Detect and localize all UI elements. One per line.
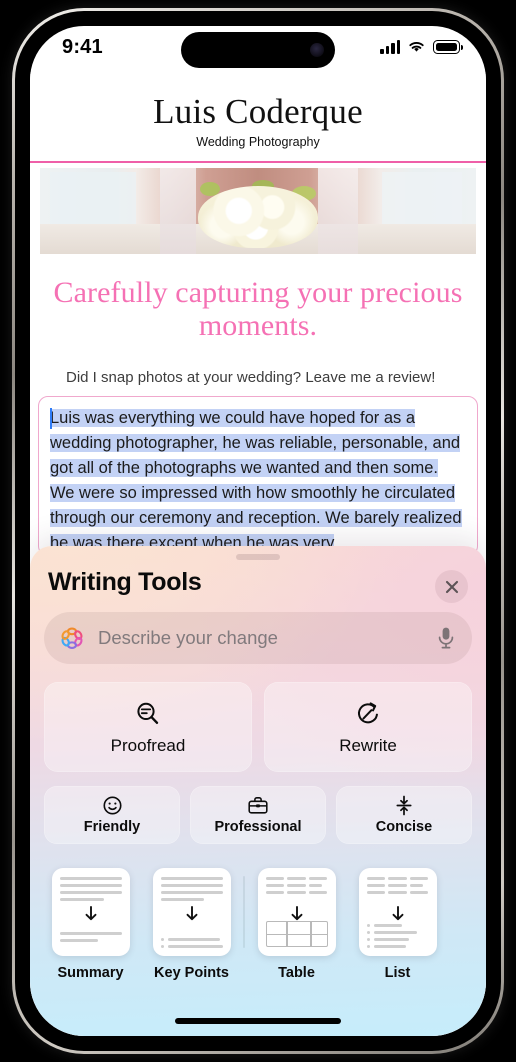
concise-label: Concise [375,819,433,835]
panel-title: Writing Tools [48,568,202,596]
concise-button[interactable]: Concise [336,786,472,844]
table-button[interactable]: Table [246,868,347,981]
arrow-down-icon [186,906,197,921]
hero-window-right [382,171,462,224]
arrow-down-icon [291,906,302,921]
smiley-face-icon [102,796,122,815]
friendly-button[interactable]: Friendly [44,786,180,844]
professional-button[interactable]: Professional [190,786,326,844]
tone-actions-row: Friendly Professional Concise [44,786,472,844]
list-document-icon [358,868,437,956]
hero-image [40,167,476,254]
page-tagline: Carefully capturing your precious moment… [53,275,463,343]
summary-button[interactable]: Summary [40,868,141,981]
site-subtitle: Wedding Photography [196,135,320,149]
proofread-magnifier-icon [137,702,159,724]
table-label: Table [278,965,315,981]
hero-window-left [50,171,136,224]
list-label: List [384,965,411,981]
review-text-selected: Luis was everything we could have hoped … [50,408,462,552]
professional-label: Professional [214,819,302,835]
key-points-document-icon [152,868,231,956]
front-camera-icon [310,43,324,57]
compress-arrows-icon [396,795,412,816]
hero-bouquet [198,185,318,248]
table-grid-preview [265,921,328,947]
writing-tools-panel: Writing Tools Describe your change Proof… [30,546,486,1036]
key-points-bullets [160,938,223,948]
rewrite-label: Rewrite [339,735,397,755]
rewrite-circular-arrow-icon [358,701,378,723]
close-icon [445,580,458,593]
rewrite-button[interactable]: Rewrite [264,682,472,772]
screenshot-stage: 9:41 Luis Coderque Wedding Photography C… [0,0,516,1062]
list-bullets [366,924,429,948]
header-divider [30,161,486,163]
hero-sleeve-left [160,167,196,254]
close-button[interactable] [435,570,468,603]
summary-document-icon [51,868,130,956]
hero-sleeve-right [318,167,358,254]
table-document-icon [257,868,336,956]
describe-change-placeholder: Describe your change [98,627,278,648]
briefcase-icon [248,797,268,814]
status-bar: 9:41 [30,26,486,72]
review-textarea[interactable]: Luis was everything we could have hoped … [38,395,478,556]
signal-bars-icon [380,39,400,54]
dynamic-island [181,32,335,68]
arrow-down-icon [392,906,403,921]
proofread-label: Proofread [110,735,186,755]
key-points-button[interactable]: Key Points [141,868,242,981]
sheet-grabber[interactable] [236,554,280,560]
review-prompt: Did I snap photos at your wedding? Leave… [66,368,436,386]
battery-icon [433,40,463,54]
microphone-icon[interactable] [436,626,456,650]
friendly-label: Friendly [83,819,141,835]
arrow-down-icon [85,906,96,921]
proofread-button[interactable]: Proofread [44,682,252,772]
status-bar-clock: 9:41 [62,36,103,58]
describe-change-input[interactable]: Describe your change [44,612,472,664]
key-points-label: Key Points [154,965,229,981]
format-row-divider [243,876,245,948]
text-cursor [50,407,52,429]
home-indicator[interactable] [175,1018,341,1024]
list-button[interactable]: List [347,868,448,981]
format-actions-row: Summary Key Points Table List [40,868,476,981]
status-bar-indicators [380,39,463,54]
wifi-icon [409,41,424,52]
site-title: Luis Coderque [153,92,363,131]
phone-screen: 9:41 Luis Coderque Wedding Photography C… [30,26,486,1036]
primary-actions-row: Proofread Rewrite [44,682,472,772]
apple-intelligence-icon [61,627,83,650]
summary-label: Summary [57,965,124,981]
